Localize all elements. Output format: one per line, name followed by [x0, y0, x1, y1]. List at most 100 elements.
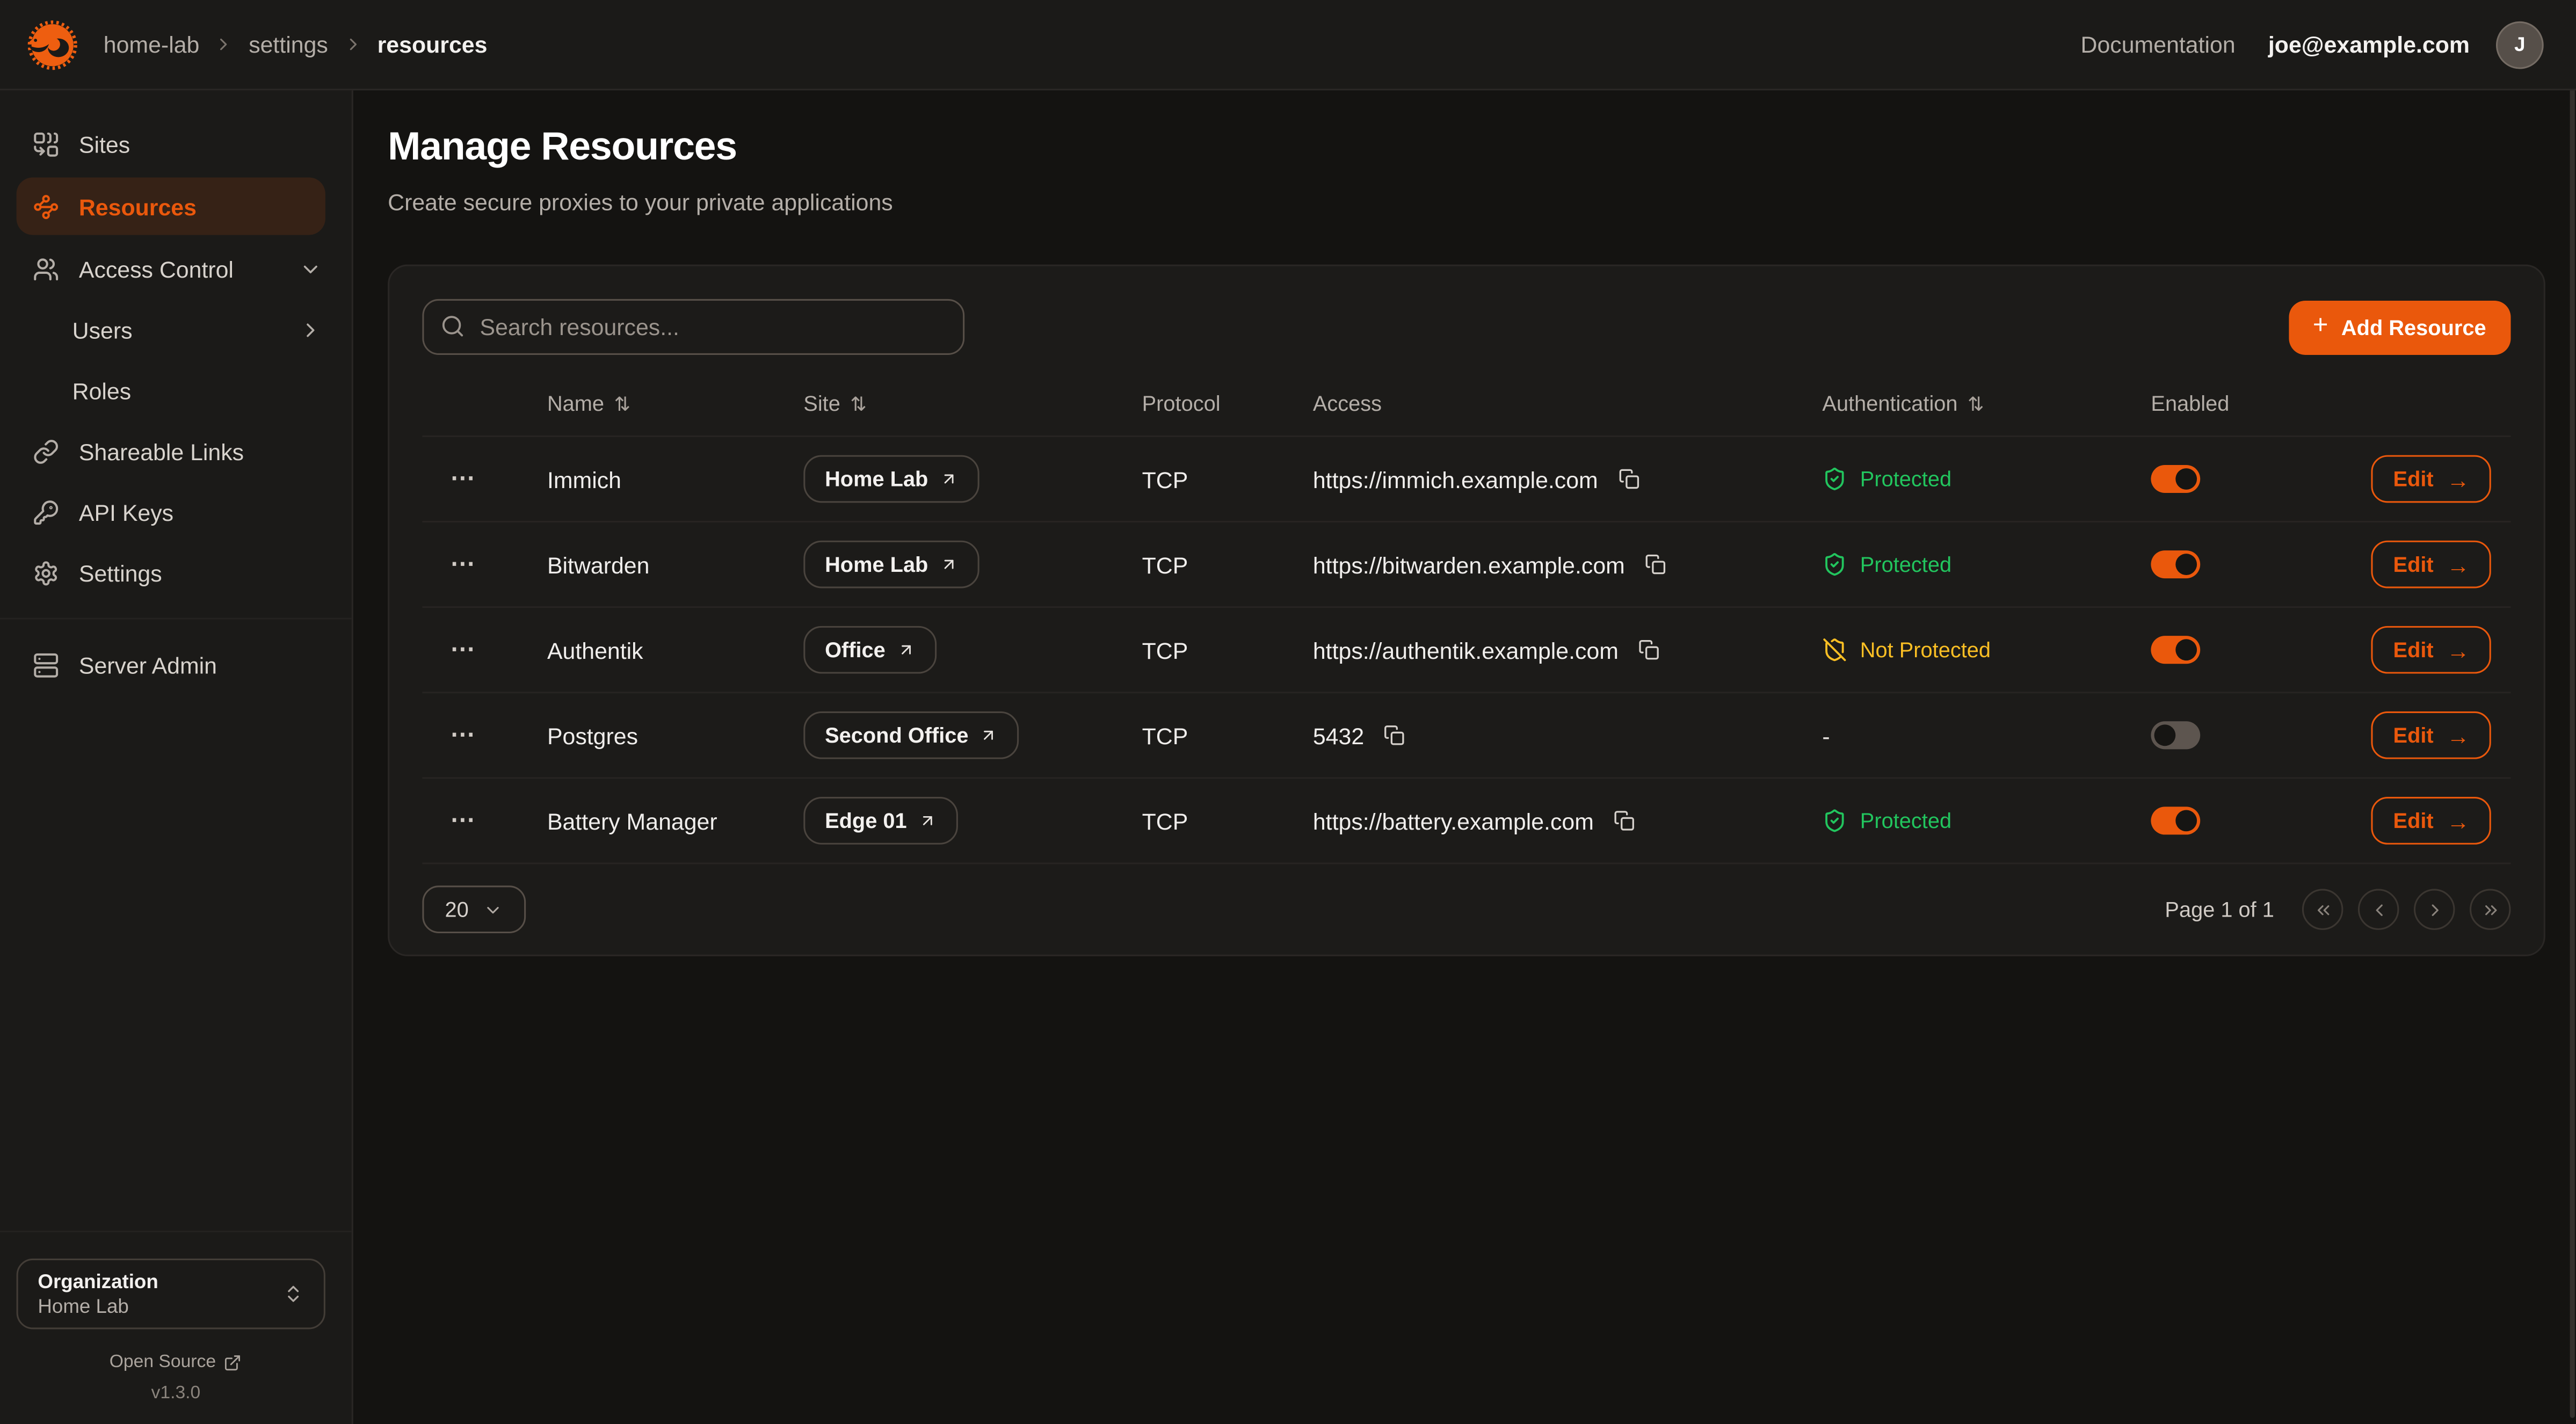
- column-header-name[interactable]: Name ⇅: [504, 391, 777, 416]
- combine-icon: [33, 130, 59, 157]
- auth-cell: Protected: [1789, 808, 2121, 833]
- edit-label: Edit: [2393, 808, 2434, 833]
- page-size-select[interactable]: 20: [422, 885, 526, 933]
- table-row: ⋯ Authentik Office TCP https://authentik…: [422, 608, 2510, 693]
- edit-button[interactable]: Edit →: [2372, 455, 2491, 503]
- sidebar-item-label: Resources: [79, 193, 197, 220]
- resource-access: 5432: [1313, 722, 1364, 749]
- sidebar-item-settings[interactable]: Settings: [0, 544, 352, 601]
- org-selector[interactable]: Organization Home Lab: [17, 1259, 325, 1329]
- first-page-button[interactable]: [2302, 889, 2343, 929]
- prev-page-button[interactable]: [2358, 889, 2399, 929]
- sidebar-item-label: Shareable Links: [79, 438, 244, 464]
- enabled-toggle[interactable]: [2151, 807, 2200, 834]
- user-email-button[interactable]: joe@example.com: [2268, 31, 2470, 57]
- breadcrumb-settings[interactable]: settings: [249, 31, 328, 57]
- row-menu-button[interactable]: ⋯: [444, 546, 483, 583]
- edit-button[interactable]: Edit →: [2372, 797, 2491, 845]
- sidebar-item-label: API Keys: [79, 499, 173, 525]
- sidebar-item-users[interactable]: Users: [0, 301, 352, 358]
- next-page-button[interactable]: [2414, 889, 2455, 929]
- row-actions-cell: ⋯: [422, 631, 504, 669]
- edit-button[interactable]: Edit →: [2372, 541, 2491, 589]
- resource-protocol: TCP: [1086, 808, 1271, 834]
- add-resource-button[interactable]: + Add Resource: [2288, 300, 2511, 354]
- edit-label: Edit: [2393, 552, 2434, 577]
- site-name: Home Lab: [825, 552, 928, 577]
- row-menu-button[interactable]: ⋯: [444, 631, 483, 669]
- sort-icon: ⇅: [614, 392, 630, 415]
- chevrons-left-icon: [2313, 899, 2333, 919]
- avatar[interactable]: J: [2496, 20, 2544, 68]
- add-resource-label: Add Resource: [2341, 315, 2486, 339]
- arrow-up-right-icon: [940, 555, 958, 573]
- breadcrumb-current: resources: [378, 31, 488, 57]
- sidebar-item-api-keys[interactable]: API Keys: [0, 483, 352, 541]
- row-actions-cell: ⋯: [422, 802, 504, 839]
- chevron-right-icon: [2425, 899, 2444, 919]
- copy-button[interactable]: [1614, 465, 1642, 493]
- link-icon: [33, 438, 59, 464]
- copy-button[interactable]: [1381, 721, 1409, 749]
- copy-button[interactable]: [1610, 807, 1638, 834]
- row-menu-button[interactable]: ⋯: [444, 460, 483, 498]
- search-input[interactable]: [422, 299, 964, 355]
- last-page-button[interactable]: [2470, 889, 2510, 929]
- edit-cell: Edit →: [2335, 455, 2510, 503]
- sidebar-item-resources[interactable]: Resources: [17, 177, 325, 235]
- site-link[interactable]: Edge 01: [803, 797, 957, 845]
- sidebar: Sites Resources Access Control Users Rol…: [0, 90, 353, 1424]
- chevron-right-icon: [299, 318, 322, 341]
- sidebar-item-roles[interactable]: Roles: [0, 361, 352, 419]
- sidebar-item-shareable-links[interactable]: Shareable Links: [0, 422, 352, 479]
- enabled-toggle[interactable]: [2151, 721, 2200, 749]
- plus-icon: +: [2313, 313, 2328, 339]
- resource-access: https://battery.example.com: [1313, 808, 1594, 834]
- open-source-link[interactable]: Open Source: [0, 1352, 352, 1372]
- topbar: home-lab settings resources Documentatio…: [0, 0, 2576, 90]
- resource-name: Immich: [504, 466, 777, 492]
- column-header-site[interactable]: Site ⇅: [777, 391, 1086, 416]
- site-link[interactable]: Home Lab: [803, 455, 979, 503]
- arrow-up-right-icon: [980, 726, 998, 744]
- sidebar-item-sites[interactable]: Sites: [0, 115, 352, 172]
- edit-cell: Edit →: [2335, 626, 2510, 674]
- toggle-knob: [2154, 724, 2176, 746]
- auth-status: Not Protected: [1860, 637, 1991, 662]
- edit-cell: Edit →: [2335, 797, 2510, 845]
- site-link[interactable]: Office: [803, 626, 936, 674]
- enabled-toggle[interactable]: [2151, 465, 2200, 493]
- arrow-right-icon: →: [2447, 809, 2470, 832]
- edit-button[interactable]: Edit →: [2372, 626, 2491, 674]
- copy-button[interactable]: [1635, 636, 1663, 664]
- table-row: ⋯ Bitwarden Home Lab TCP https://bitward…: [422, 522, 2510, 608]
- sidebar-item-access-control[interactable]: Access Control: [0, 240, 352, 297]
- site-link[interactable]: Home Lab: [803, 541, 979, 589]
- copy-icon: [1638, 639, 1660, 660]
- edit-button[interactable]: Edit →: [2372, 711, 2491, 759]
- org-selector-value: Home Lab: [38, 1295, 282, 1318]
- column-label: Authentication: [1822, 391, 1957, 416]
- topbar-right: Documentation joe@example.com J: [2081, 20, 2544, 68]
- chevrons-right-icon: [2480, 899, 2500, 919]
- breadcrumb-org[interactable]: home-lab: [104, 31, 200, 57]
- enabled-toggle[interactable]: [2151, 550, 2200, 578]
- site-link[interactable]: Second Office: [803, 711, 1019, 759]
- external-link-icon: [224, 1353, 242, 1371]
- documentation-link[interactable]: Documentation: [2081, 31, 2236, 57]
- row-menu-button[interactable]: ⋯: [444, 716, 483, 754]
- auth-status: Protected: [1860, 552, 1951, 577]
- arrow-right-icon: →: [2447, 553, 2470, 576]
- auth-cell: Protected: [1789, 467, 2121, 491]
- enabled-cell: [2121, 636, 2335, 664]
- row-menu-button[interactable]: ⋯: [444, 802, 483, 839]
- scrollbar[interactable]: [2570, 3, 2575, 1418]
- enabled-toggle[interactable]: [2151, 636, 2200, 664]
- sidebar-item-server-admin[interactable]: Server Admin: [0, 636, 352, 693]
- edit-cell: Edit →: [2335, 541, 2510, 589]
- copy-button[interactable]: [1641, 550, 1669, 578]
- sidebar-nav: Sites Resources Access Control Users Rol…: [0, 113, 352, 695]
- pangolin-logo-icon[interactable]: [23, 16, 81, 73]
- column-header-authentication[interactable]: Authentication ⇅: [1789, 391, 2121, 416]
- enabled-cell: [2121, 465, 2335, 493]
